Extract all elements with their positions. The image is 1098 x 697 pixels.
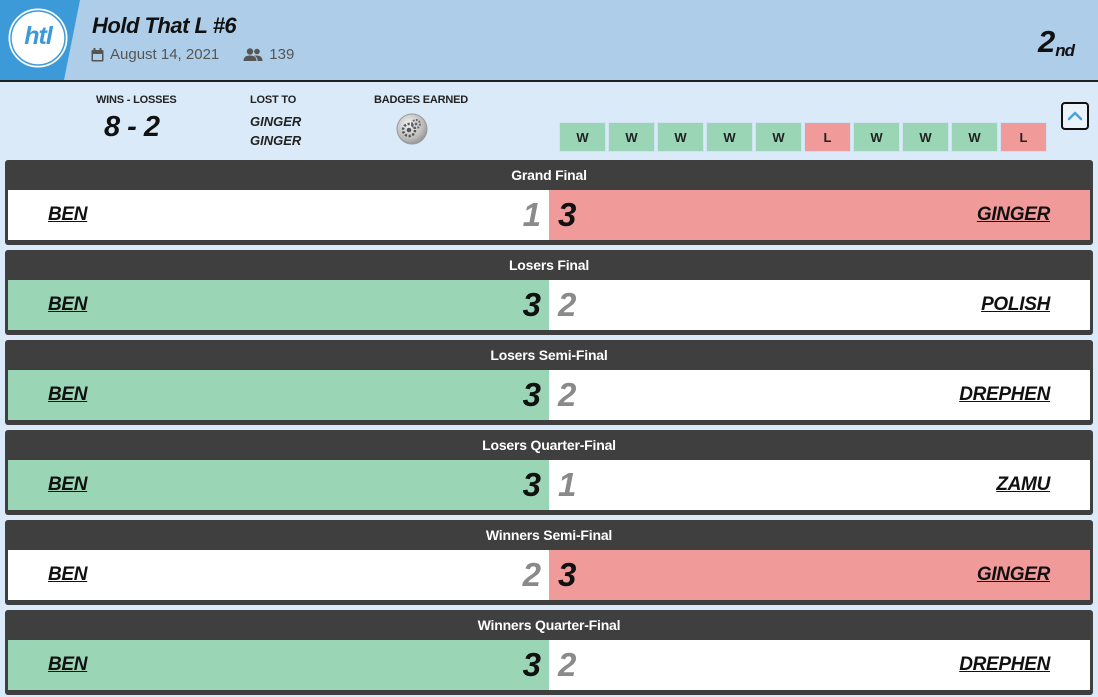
player-score: 2: [522, 556, 541, 593]
opponent-score: 3: [558, 556, 577, 593]
tournament-meta: August 14, 2021 139: [91, 46, 294, 63]
participants-icon: [243, 48, 263, 61]
player-side: BEN 3: [8, 460, 549, 510]
match-card: Grand Final BEN 1 3 GINGER: [5, 160, 1093, 245]
result-cell: W: [853, 122, 900, 152]
player-name[interactable]: BEN: [48, 654, 88, 676]
logo-text: htl: [24, 22, 53, 50]
player-score: 1: [522, 196, 541, 233]
player-side: BEN 3: [8, 640, 549, 690]
round-name: Losers Quarter-Final: [482, 437, 616, 453]
player-score: 3: [522, 376, 541, 413]
result-cell: W: [559, 122, 606, 152]
opponent-side: 2 POLISH: [549, 280, 1090, 330]
result-cell: W: [608, 122, 655, 152]
player-side: BEN 1: [8, 190, 549, 240]
tournament-header: htl Hold That L #6 August 14, 2021 139 2…: [0, 0, 1098, 82]
opponent-score: 2: [558, 376, 577, 413]
opponent-side: 3 GINGER: [549, 550, 1090, 600]
badges-earned-label: BADGES EARNED: [374, 94, 468, 106]
player-side: BEN 3: [8, 280, 549, 330]
match-results-strip: W W W W W L W W W L: [559, 122, 1049, 152]
opponent-score: 3: [558, 196, 577, 233]
result-cell: W: [902, 122, 949, 152]
match-card: Winners Semi-Final BEN 2 3 GINGER: [5, 520, 1093, 605]
player-name[interactable]: BEN: [48, 204, 88, 226]
opponent-score: 2: [558, 646, 577, 683]
opponent-score: 1: [558, 466, 577, 503]
chevron-up-icon: [1067, 111, 1083, 121]
result-cell: W: [755, 122, 802, 152]
player-name[interactable]: BEN: [48, 564, 88, 586]
round-name: Grand Final: [511, 167, 587, 183]
match-card: Winners Quarter-Final BEN 3 2 DREPHEN: [5, 610, 1093, 695]
match-card: Losers Semi-Final BEN 3 2 DREPHEN: [5, 340, 1093, 425]
opponent-side: 3 GINGER: [549, 190, 1090, 240]
opponent-score: 2: [558, 286, 577, 323]
player-name[interactable]: BEN: [48, 384, 88, 406]
collapse-button[interactable]: [1061, 102, 1089, 130]
result-cell: L: [804, 122, 851, 152]
round-name: Winners Quarter-Final: [477, 617, 621, 633]
opponent-name[interactable]: GINGER: [977, 564, 1050, 586]
result-cell: W: [951, 122, 998, 152]
tournament-date: August 14, 2021: [110, 46, 220, 63]
lost-to-player[interactable]: GINGER: [250, 112, 301, 131]
participant-count: 139: [269, 46, 295, 63]
player-side: BEN 3: [8, 370, 549, 420]
tournament-title[interactable]: Hold That L #6: [92, 13, 237, 39]
opponent-name[interactable]: GINGER: [977, 204, 1050, 226]
result-cell: W: [706, 122, 753, 152]
player-side: BEN 2: [8, 550, 549, 600]
placement: 2nd: [1037, 24, 1075, 61]
opponent-side: 2 DREPHEN: [549, 370, 1090, 420]
match-card: Losers Quarter-Final BEN 3 1 ZAMU: [5, 430, 1093, 515]
calendar-icon: [91, 47, 104, 61]
htl-logo[interactable]: htl: [0, 0, 80, 80]
result-cell: W: [657, 122, 704, 152]
placement-suffix: nd: [1055, 41, 1075, 60]
placement-number: 2: [1037, 24, 1055, 59]
opponent-side: 2 DREPHEN: [549, 640, 1090, 690]
lost-to-label: LOST TO: [250, 94, 297, 106]
round-name: Losers Semi-Final: [490, 347, 608, 363]
lost-to-list: GINGER GINGER: [250, 112, 301, 150]
player-name[interactable]: BEN: [48, 294, 88, 316]
result-cell: L: [1000, 122, 1047, 152]
match-card: Losers Final BEN 3 2 POLISH: [5, 250, 1093, 335]
opponent-name[interactable]: DREPHEN: [959, 654, 1050, 676]
player-score: 3: [522, 286, 541, 323]
lost-to-player[interactable]: GINGER: [250, 131, 301, 150]
wins-losses-label: WINS - LOSSES: [96, 94, 177, 106]
opponent-name[interactable]: ZAMU: [996, 474, 1050, 496]
player-name[interactable]: BEN: [48, 474, 88, 496]
player-score: 3: [522, 646, 541, 683]
opponent-side: 1 ZAMU: [549, 460, 1090, 510]
round-name: Losers Final: [508, 257, 590, 273]
gear-badge-icon[interactable]: [396, 113, 428, 145]
player-score: 3: [522, 466, 541, 503]
opponent-name[interactable]: DREPHEN: [959, 384, 1050, 406]
win-loss-record: 8 - 2: [104, 111, 160, 143]
round-name: Winners Semi-Final: [485, 527, 613, 543]
opponent-name[interactable]: POLISH: [981, 294, 1050, 316]
